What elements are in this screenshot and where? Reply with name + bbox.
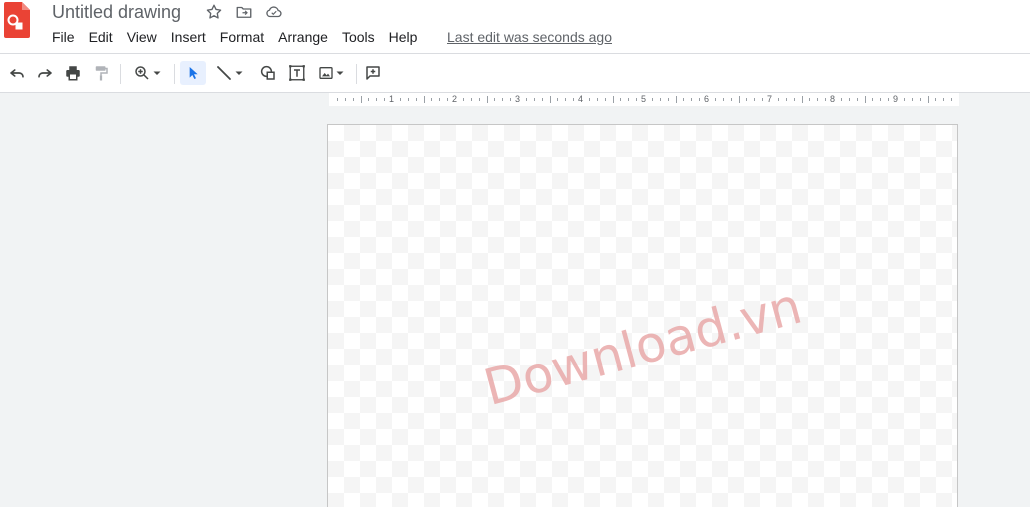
ruler-label: 7	[767, 94, 773, 104]
chevron-down-icon	[151, 67, 163, 79]
menu-file[interactable]: File	[45, 28, 82, 46]
shape-icon	[259, 64, 277, 82]
ruler-label: 5	[641, 94, 647, 104]
watermark-text: Download.vn	[478, 276, 808, 418]
redo-icon	[36, 64, 54, 82]
menu-tools[interactable]: Tools	[335, 28, 382, 46]
document-title[interactable]: Untitled drawing	[52, 0, 181, 24]
image-button[interactable]	[314, 61, 350, 85]
header-divider	[0, 53, 1030, 54]
horizontal-ruler[interactable]: 1 2 3 4 5 6 7 8 9	[329, 93, 959, 106]
menu-arrange[interactable]: Arrange	[271, 28, 335, 46]
toolbar-divider	[120, 64, 121, 84]
shape-button[interactable]	[256, 61, 280, 85]
paint-format-icon	[92, 64, 110, 82]
paint-format-button[interactable]	[89, 61, 113, 85]
ruler-label: 6	[704, 94, 710, 104]
print-button[interactable]	[61, 61, 85, 85]
select-icon	[185, 65, 201, 81]
star-icon[interactable]	[205, 3, 223, 21]
drawing-canvas[interactable]: Download.vn	[327, 124, 958, 507]
image-icon	[318, 65, 334, 81]
chevron-down-icon	[233, 67, 245, 79]
text-box-button[interactable]	[285, 61, 309, 85]
ruler-label: 1	[389, 94, 395, 104]
move-to-folder-icon[interactable]	[235, 3, 253, 21]
select-button[interactable]	[180, 61, 206, 85]
menu-edit[interactable]: Edit	[82, 28, 120, 46]
chevron-down-icon	[334, 67, 346, 79]
menu-help[interactable]: Help	[382, 28, 425, 46]
undo-button[interactable]	[5, 61, 29, 85]
cloud-saved-icon[interactable]	[265, 3, 283, 21]
zoom-button[interactable]	[128, 61, 168, 85]
text-box-icon	[288, 64, 306, 82]
drawings-logo[interactable]	[4, 2, 30, 38]
line-icon	[215, 64, 233, 82]
ruler-label: 4	[578, 94, 584, 104]
toolbar-divider	[174, 64, 175, 84]
toolbar-divider	[356, 64, 357, 84]
print-icon	[64, 64, 82, 82]
line-button[interactable]	[210, 61, 250, 85]
menu-bar: File Edit View Insert Format Arrange Too…	[45, 28, 424, 46]
ruler-label: 8	[830, 94, 836, 104]
undo-icon	[8, 64, 26, 82]
menu-insert[interactable]: Insert	[164, 28, 213, 46]
comment-icon	[364, 64, 382, 82]
menu-format[interactable]: Format	[213, 28, 271, 46]
ruler-label: 3	[515, 94, 521, 104]
add-comment-button[interactable]	[361, 61, 385, 85]
zoom-icon	[133, 64, 151, 82]
ruler-label: 9	[893, 94, 899, 104]
menu-view[interactable]: View	[120, 28, 164, 46]
redo-button[interactable]	[33, 61, 57, 85]
ruler-label: 2	[452, 94, 458, 104]
last-edit-link[interactable]: Last edit was seconds ago	[447, 28, 612, 46]
